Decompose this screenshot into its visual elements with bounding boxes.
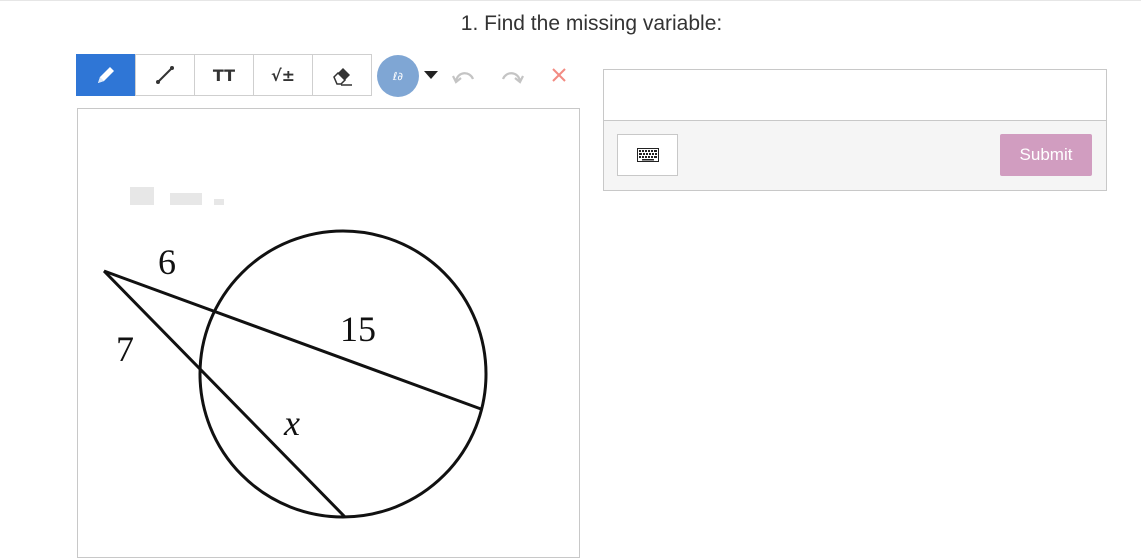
redo-button[interactable]: [500, 64, 524, 86]
circle-secant-figure: 6 7 15 x: [102, 187, 488, 519]
keyboard-button[interactable]: [617, 134, 678, 176]
segment-label-15: 15: [340, 309, 376, 349]
text-tool-label: TT: [212, 65, 236, 85]
drawing-canvas[interactable]: 6 7 15 x: [77, 108, 580, 558]
math-tool-button[interactable]: √±: [253, 54, 313, 96]
question-title: 1. Find the missing variable:: [460, 12, 723, 35]
undo-button[interactable]: [452, 64, 476, 86]
faded-heading-artifact: [130, 187, 224, 205]
eraser-tool-button[interactable]: [312, 54, 372, 96]
clear-icon: [552, 68, 566, 82]
answer-panel: Submit: [603, 69, 1107, 191]
line-tool-button[interactable]: [135, 54, 195, 96]
clear-button[interactable]: [550, 65, 568, 85]
keyboard-icon: [636, 148, 659, 162]
undo-icon: [452, 72, 475, 84]
dropdown-icon: [424, 71, 438, 79]
math-tool-label: √±: [270, 65, 296, 85]
segment-label-7: 7: [116, 329, 134, 369]
top-divider: [0, 0, 1141, 1]
lower-secant: [102, 269, 347, 519]
color-badge-label: ℓ∂: [392, 69, 404, 83]
color-dropdown-button[interactable]: [422, 66, 440, 84]
variable-label-x: x: [283, 403, 300, 443]
pencil-tool-button[interactable]: [76, 54, 136, 96]
text-tool-button[interactable]: TT: [194, 54, 254, 96]
redo-icon: [501, 72, 524, 84]
submit-button[interactable]: Submit: [1000, 134, 1092, 176]
color-picker-button[interactable]: ℓ∂: [377, 55, 419, 97]
segment-label-6: 6: [158, 242, 176, 282]
circle: [198, 229, 488, 519]
line-icon: [156, 66, 174, 84]
upper-secant: [103, 269, 482, 411]
answer-input[interactable]: [604, 70, 1106, 121]
eraser-icon: [333, 68, 352, 86]
pencil-icon: [98, 67, 114, 83]
